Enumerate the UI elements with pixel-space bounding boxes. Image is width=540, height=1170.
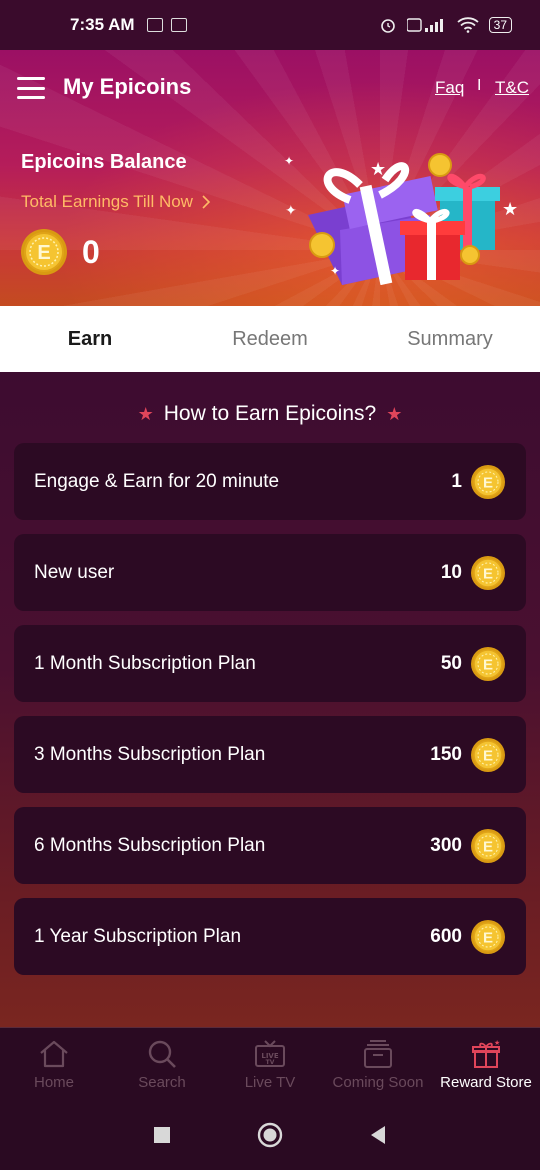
epicoin-icon: E <box>471 737 505 772</box>
svg-text:E: E <box>483 474 493 491</box>
terms-link[interactable]: T&C <box>495 78 529 98</box>
svg-text:E: E <box>483 656 493 673</box>
clock-notification-icon <box>170 18 187 32</box>
nav-label: Search <box>138 1073 186 1091</box>
nav-label: Home <box>33 1073 74 1091</box>
bottom-nav: Home Search LIVE TV Live TV Coming Soon ★… <box>0 1027 540 1100</box>
earn-item-points: 300 <box>430 834 462 856</box>
nav-search[interactable]: Search <box>108 1028 216 1100</box>
list-item: New user 10 E <box>14 534 526 611</box>
nav-label: Coming Soon <box>332 1073 424 1091</box>
home-icon <box>40 1040 68 1067</box>
list-item: 3 Months Subscription Plan 150 E <box>14 716 526 793</box>
svg-text:✦: ✦ <box>285 203 297 219</box>
home-button-icon[interactable] <box>257 1122 283 1148</box>
epicoin-icon: E <box>21 229 67 275</box>
earn-item-label: Engage & Earn for 20 minute <box>34 470 280 492</box>
faq-link[interactable]: Faq <box>435 78 464 98</box>
earn-item-points: 150 <box>430 743 462 765</box>
earn-item-label: 1 Year Subscription Plan <box>34 925 242 947</box>
list-item: 1 Year Subscription Plan 600 E <box>14 898 526 975</box>
system-nav-bar <box>0 1100 540 1170</box>
nav-live-tv[interactable]: LIVE TV Live TV <box>216 1028 324 1100</box>
coming-soon-icon <box>364 1039 392 1068</box>
section-title: ★ How to Earn Epicoins? ★ <box>0 402 540 426</box>
list-item: Engage & Earn for 20 minute 1 E <box>14 443 526 520</box>
svg-text:★: ★ <box>370 159 386 180</box>
svg-text:E: E <box>483 565 493 582</box>
gift-boxes-illustration: ✦ ★ ★ ✦ ✦ <box>284 153 518 285</box>
link-separator: I <box>477 77 482 94</box>
status-notification-icons <box>146 18 187 32</box>
wifi-icon <box>457 17 479 33</box>
epicoin-icon: E <box>471 555 505 590</box>
svg-text:★: ★ <box>494 1039 500 1047</box>
live-tv-icon: LIVETV <box>255 1039 285 1067</box>
epicoin-icon: E <box>471 646 505 681</box>
svg-text:E: E <box>483 747 493 764</box>
status-time: 7:35 AM <box>70 15 135 34</box>
svg-text:✦: ✦ <box>330 264 340 278</box>
section-title-text: How to Earn Epicoins? <box>163 402 377 425</box>
svg-text:E: E <box>483 838 493 855</box>
earn-item-points: 600 <box>430 925 462 947</box>
tab-summary[interactable]: Summary <box>360 306 540 372</box>
star-icon: ★ <box>386 403 403 424</box>
nav-home[interactable]: Home <box>0 1028 108 1100</box>
balance-value: 0 <box>82 234 100 270</box>
alarm-icon <box>380 19 395 33</box>
earn-item-label: New user <box>34 561 115 583</box>
earn-item-label: 1 Month Subscription Plan <box>34 652 256 674</box>
svg-text:★: ★ <box>502 199 518 220</box>
total-earnings-link[interactable]: Total Earnings Till Now <box>21 192 211 212</box>
earn-item-label: 3 Months Subscription Plan <box>34 743 266 765</box>
balance-header: My Epicoins Faq I T&C Epicoins Balance T… <box>0 50 540 306</box>
nav-reward-store[interactable]: ★ Reward Store <box>432 1028 540 1100</box>
chevron-right-icon <box>202 195 211 209</box>
reward-store-icon: ★ <box>472 1039 500 1068</box>
svg-text:TV: TV <box>266 1059 275 1066</box>
battery-indicator: 37 <box>488 17 512 33</box>
nav-label: Live TV <box>244 1073 296 1091</box>
svg-text:✦: ✦ <box>284 154 294 168</box>
list-item: 6 Months Subscription Plan 300 E <box>14 807 526 884</box>
search-icon <box>148 1040 176 1068</box>
status-right-icons: 37 <box>379 16 512 34</box>
list-item: 1 Month Subscription Plan 50 E <box>14 625 526 702</box>
tab-earn[interactable]: Earn <box>0 306 180 372</box>
balance-title: Epicoins Balance <box>21 151 187 173</box>
earn-content: ★ How to Earn Epicoins? ★ Engage & Earn … <box>0 372 540 1027</box>
nav-coming-soon[interactable]: Coming Soon <box>324 1028 432 1100</box>
tab-redeem[interactable]: Redeem <box>180 306 360 372</box>
nav-label: Reward Store <box>440 1073 532 1091</box>
epicoin-icon: E <box>471 828 505 863</box>
page-title: My Epicoins <box>63 74 192 99</box>
tab-bar: Earn Redeem Summary <box>0 306 540 372</box>
status-bar: 7:35 AM 37 <box>0 0 540 50</box>
hamburger-menu-icon[interactable] <box>17 77 45 99</box>
svg-text:E: E <box>37 242 50 264</box>
total-earnings-label: Total Earnings Till Now <box>21 192 193 211</box>
earn-item-label: 6 Months Subscription Plan <box>34 834 266 856</box>
earn-list: Engage & Earn for 20 minute 1 E New user… <box>14 443 526 989</box>
svg-text:E: E <box>483 929 493 946</box>
earn-item-points: 50 <box>440 652 462 674</box>
earn-item-points: 1 <box>451 470 462 492</box>
earn-item-points: 10 <box>440 561 462 583</box>
epicoin-icon: E <box>471 464 505 499</box>
star-icon: ★ <box>137 403 154 424</box>
epicoin-icon: E <box>471 919 505 954</box>
notification-icon <box>146 18 163 32</box>
signal-icon <box>406 18 443 32</box>
recents-button-icon[interactable] <box>153 1126 171 1144</box>
back-button-icon[interactable] <box>369 1125 387 1145</box>
